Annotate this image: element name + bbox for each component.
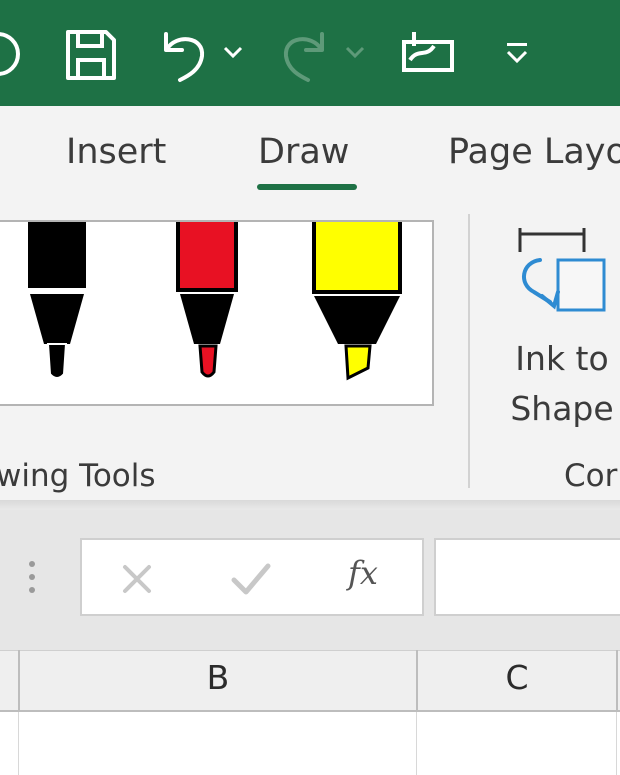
active-tab-indicator xyxy=(257,184,357,190)
ribbon-shadow xyxy=(0,500,620,510)
tab-insert[interactable]: Insert xyxy=(66,132,166,172)
touch-mode-icon[interactable] xyxy=(400,28,456,74)
convert-group-label: Cor xyxy=(564,458,618,494)
ink-to-shape-label-line1: Ink to xyxy=(515,339,609,378)
cell-gridline xyxy=(616,712,617,775)
customize-icon[interactable] xyxy=(504,40,530,66)
ink-to-shape-icon[interactable] xyxy=(514,226,610,318)
yellow-highlighter-icon[interactable] xyxy=(312,222,402,381)
grip-handle-icon[interactable] xyxy=(28,560,36,594)
save-icon[interactable] xyxy=(64,28,118,82)
formula-buttons: fx xyxy=(80,538,424,616)
undo-icon[interactable] xyxy=(158,26,210,84)
drawing-tools-group-label: wing Tools xyxy=(0,458,156,494)
insert-function-button[interactable]: fx xyxy=(348,554,388,600)
tab-page-layout[interactable]: Page Layo xyxy=(448,132,620,172)
check-icon[interactable] xyxy=(230,562,272,596)
insert-function-label: fx xyxy=(348,554,378,592)
column-divider[interactable] xyxy=(616,650,618,712)
column-header-b[interactable]: B xyxy=(20,658,416,697)
chevron-down-icon[interactable] xyxy=(222,44,244,60)
tab-draw[interactable]: Draw xyxy=(258,132,349,172)
cell-gridline xyxy=(416,712,417,775)
cross-icon[interactable] xyxy=(120,562,154,596)
ink-to-shape-label-line2: Shape xyxy=(510,389,614,428)
redo-icon xyxy=(283,32,324,82)
group-separator xyxy=(468,214,470,488)
pen-gallery xyxy=(0,220,434,406)
cell-gridline xyxy=(18,712,19,775)
column-header-c[interactable]: C xyxy=(418,658,616,697)
red-pen-icon[interactable] xyxy=(176,222,238,378)
formula-input[interactable] xyxy=(434,538,620,616)
chevron-down-icon xyxy=(345,46,365,59)
black-pen-icon[interactable] xyxy=(28,222,86,379)
circle-icon[interactable] xyxy=(0,28,30,80)
ink-to-shape-button[interactable]: Ink to Shape xyxy=(506,334,618,434)
